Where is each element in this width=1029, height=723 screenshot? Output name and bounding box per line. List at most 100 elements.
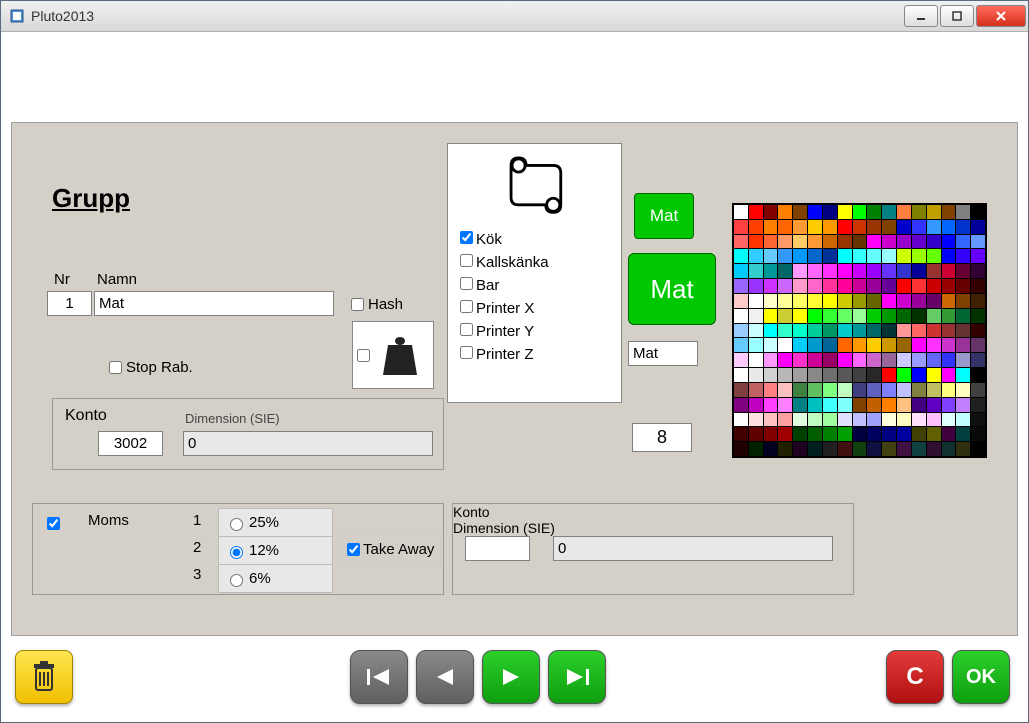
color-swatch[interactable] [882, 427, 896, 441]
color-swatch[interactable] [897, 294, 911, 308]
color-swatch[interactable] [823, 249, 837, 263]
next-button[interactable] [482, 650, 540, 704]
stop-rab-checkbox[interactable]: Stop Rab. [105, 358, 193, 377]
moms-option[interactable]: 6% [218, 564, 333, 593]
color-swatch[interactable] [882, 353, 896, 367]
color-swatch[interactable] [971, 220, 985, 234]
color-swatch[interactable] [778, 383, 792, 397]
color-swatch[interactable] [912, 353, 926, 367]
color-swatch[interactable] [808, 279, 822, 293]
color-swatch[interactable] [793, 413, 807, 427]
color-swatch[interactable] [823, 413, 837, 427]
color-swatch[interactable] [823, 294, 837, 308]
color-swatch[interactable] [912, 279, 926, 293]
color-swatch[interactable] [764, 413, 778, 427]
color-swatch[interactable] [897, 353, 911, 367]
preview-button-large[interactable]: Mat [628, 253, 716, 325]
color-swatch[interactable] [734, 264, 748, 278]
color-swatch[interactable] [882, 413, 896, 427]
color-swatch[interactable] [838, 338, 852, 352]
preview-button-small[interactable]: Mat [634, 193, 694, 239]
color-swatch[interactable] [764, 398, 778, 412]
color-swatch[interactable] [897, 264, 911, 278]
color-swatch[interactable] [734, 398, 748, 412]
color-swatch[interactable] [882, 338, 896, 352]
color-swatch[interactable] [971, 279, 985, 293]
color-swatch[interactable] [808, 413, 822, 427]
color-swatch[interactable] [808, 220, 822, 234]
color-swatch[interactable] [867, 205, 881, 219]
konto2-input[interactable] [465, 536, 530, 561]
color-swatch[interactable] [956, 398, 970, 412]
color-swatch[interactable] [912, 309, 926, 323]
color-swatch[interactable] [749, 249, 763, 263]
color-swatch[interactable] [749, 294, 763, 308]
color-swatch[interactable] [927, 205, 941, 219]
color-swatch[interactable] [912, 413, 926, 427]
color-swatch[interactable] [912, 324, 926, 338]
color-swatch[interactable] [823, 324, 837, 338]
color-swatch[interactable] [853, 294, 867, 308]
color-swatch[interactable] [956, 205, 970, 219]
color-swatch[interactable] [734, 442, 748, 456]
color-swatch[interactable] [838, 324, 852, 338]
color-swatch[interactable] [749, 383, 763, 397]
color-swatch[interactable] [853, 442, 867, 456]
color-swatch[interactable] [764, 338, 778, 352]
color-swatch[interactable] [897, 442, 911, 456]
color-swatch[interactable] [823, 338, 837, 352]
color-swatch[interactable] [764, 249, 778, 263]
color-swatch[interactable] [778, 338, 792, 352]
color-swatch[interactable] [942, 264, 956, 278]
color-swatch[interactable] [778, 235, 792, 249]
color-swatch[interactable] [778, 324, 792, 338]
color-swatch[interactable] [927, 235, 941, 249]
color-swatch[interactable] [956, 235, 970, 249]
color-swatch[interactable] [764, 353, 778, 367]
color-swatch[interactable] [912, 264, 926, 278]
color-swatch[interactable] [942, 235, 956, 249]
color-swatch[interactable] [764, 279, 778, 293]
color-swatch[interactable] [927, 294, 941, 308]
nr-input[interactable] [47, 291, 92, 316]
color-swatch[interactable] [971, 338, 985, 352]
color-swatch[interactable] [912, 235, 926, 249]
color-swatch[interactable] [942, 442, 956, 456]
cancel-button[interactable]: C [886, 650, 944, 704]
color-swatch[interactable] [912, 442, 926, 456]
prev-button[interactable] [416, 650, 474, 704]
color-swatch[interactable] [882, 383, 896, 397]
color-swatch[interactable] [897, 249, 911, 263]
last-button[interactable] [548, 650, 606, 704]
color-swatch[interactable] [808, 353, 822, 367]
color-swatch[interactable] [838, 383, 852, 397]
color-swatch[interactable] [764, 205, 778, 219]
color-index-input[interactable] [632, 423, 692, 452]
color-swatch[interactable] [749, 205, 763, 219]
color-swatch[interactable] [838, 264, 852, 278]
dimension2-input[interactable] [553, 536, 833, 561]
color-swatch[interactable] [853, 413, 867, 427]
color-swatch[interactable] [956, 279, 970, 293]
color-swatch[interactable] [823, 442, 837, 456]
color-swatch[interactable] [882, 294, 896, 308]
color-swatch[interactable] [838, 205, 852, 219]
color-swatch[interactable] [956, 264, 970, 278]
color-swatch[interactable] [853, 309, 867, 323]
color-swatch[interactable] [927, 413, 941, 427]
color-swatch[interactable] [808, 398, 822, 412]
color-swatch[interactable] [956, 427, 970, 441]
color-swatch[interactable] [734, 338, 748, 352]
color-swatch[interactable] [793, 353, 807, 367]
color-swatch[interactable] [942, 398, 956, 412]
color-swatch[interactable] [867, 279, 881, 293]
color-swatch[interactable] [823, 353, 837, 367]
color-swatch[interactable] [971, 324, 985, 338]
color-swatch[interactable] [778, 205, 792, 219]
printer-item[interactable]: Printer X [456, 297, 613, 317]
color-swatch[interactable] [734, 324, 748, 338]
color-swatch[interactable] [778, 413, 792, 427]
color-swatch[interactable] [734, 368, 748, 382]
color-swatch[interactable] [823, 264, 837, 278]
color-swatch[interactable] [897, 338, 911, 352]
